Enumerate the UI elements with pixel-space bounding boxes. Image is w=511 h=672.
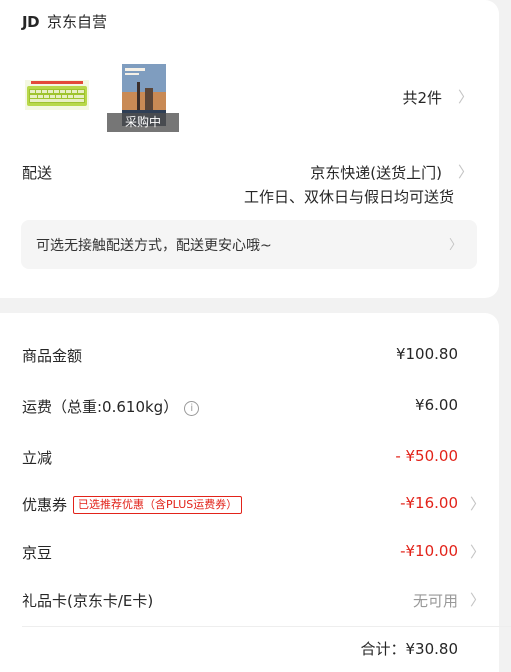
book-thumbnail[interactable]: 采购中 xyxy=(107,62,179,132)
jd-beans-label: 京豆 xyxy=(22,544,53,562)
jd-logo: JD xyxy=(22,12,40,31)
goods-amount-label: 商品金额 xyxy=(22,347,83,365)
item-count[interactable]: 共2件 xyxy=(402,87,442,108)
store-name: 京东自营 xyxy=(47,13,108,31)
chevron-right-icon[interactable]: 〉 xyxy=(470,493,485,514)
coupon-recommend-tag: 已选推荐优惠（含PLUS运费券） xyxy=(73,496,243,514)
purchasing-tag: 采购中 xyxy=(107,113,179,132)
freight-label: 运费（总重:0.610kg） i xyxy=(22,396,200,417)
chevron-right-icon: 〉 xyxy=(448,238,462,253)
shipping-method[interactable]: 京东快递(送货上门) xyxy=(310,162,442,183)
chevron-right-icon[interactable]: 〉 xyxy=(470,589,485,610)
shipping-time: 工作日、双休日与假日均可送货 xyxy=(243,188,454,206)
chevron-right-icon[interactable]: 〉 xyxy=(458,86,473,107)
contactless-text: 可选无接触配送方式，配送更安心哦~ xyxy=(36,238,272,254)
store-card: JD 京东自营 采购中 共2件 〉 配送 京东快递(送货上门) 〉 工作日、双休… xyxy=(0,0,499,298)
coupon-label: 优惠券 xyxy=(22,496,68,514)
chevron-right-icon[interactable]: 〉 xyxy=(470,541,485,562)
price-summary-card xyxy=(0,313,499,672)
divider xyxy=(22,626,511,627)
freight-label-text: 运费（总重:0.610kg） xyxy=(22,398,179,416)
contactless-delivery-banner[interactable]: 可选无接触配送方式，配送更安心哦~ 〉 xyxy=(21,220,477,269)
keyboard-thumbnail[interactable] xyxy=(25,80,89,110)
order-total: 合计：¥30.80 xyxy=(360,640,459,658)
shipping-label: 配送 xyxy=(22,164,53,182)
discount-value: - ¥50.00 xyxy=(395,447,458,465)
discount-label: 立减 xyxy=(22,449,53,467)
goods-amount-value: ¥100.80 xyxy=(395,345,458,363)
info-icon[interactable]: i xyxy=(184,401,200,416)
coupon-row-label: 优惠券 已选推荐优惠（含PLUS运费券） xyxy=(22,494,243,515)
coupon-value[interactable]: -¥16.00 xyxy=(400,494,458,512)
store-header: JD 京东自营 xyxy=(22,11,107,32)
gift-card-value[interactable]: 无可用 xyxy=(413,590,458,611)
freight-value: ¥6.00 xyxy=(415,396,458,414)
chevron-right-icon[interactable]: 〉 xyxy=(458,161,473,182)
gift-card-label: 礼品卡(京东卡/E卡) xyxy=(22,592,154,610)
jd-beans-value[interactable]: -¥10.00 xyxy=(400,542,458,560)
